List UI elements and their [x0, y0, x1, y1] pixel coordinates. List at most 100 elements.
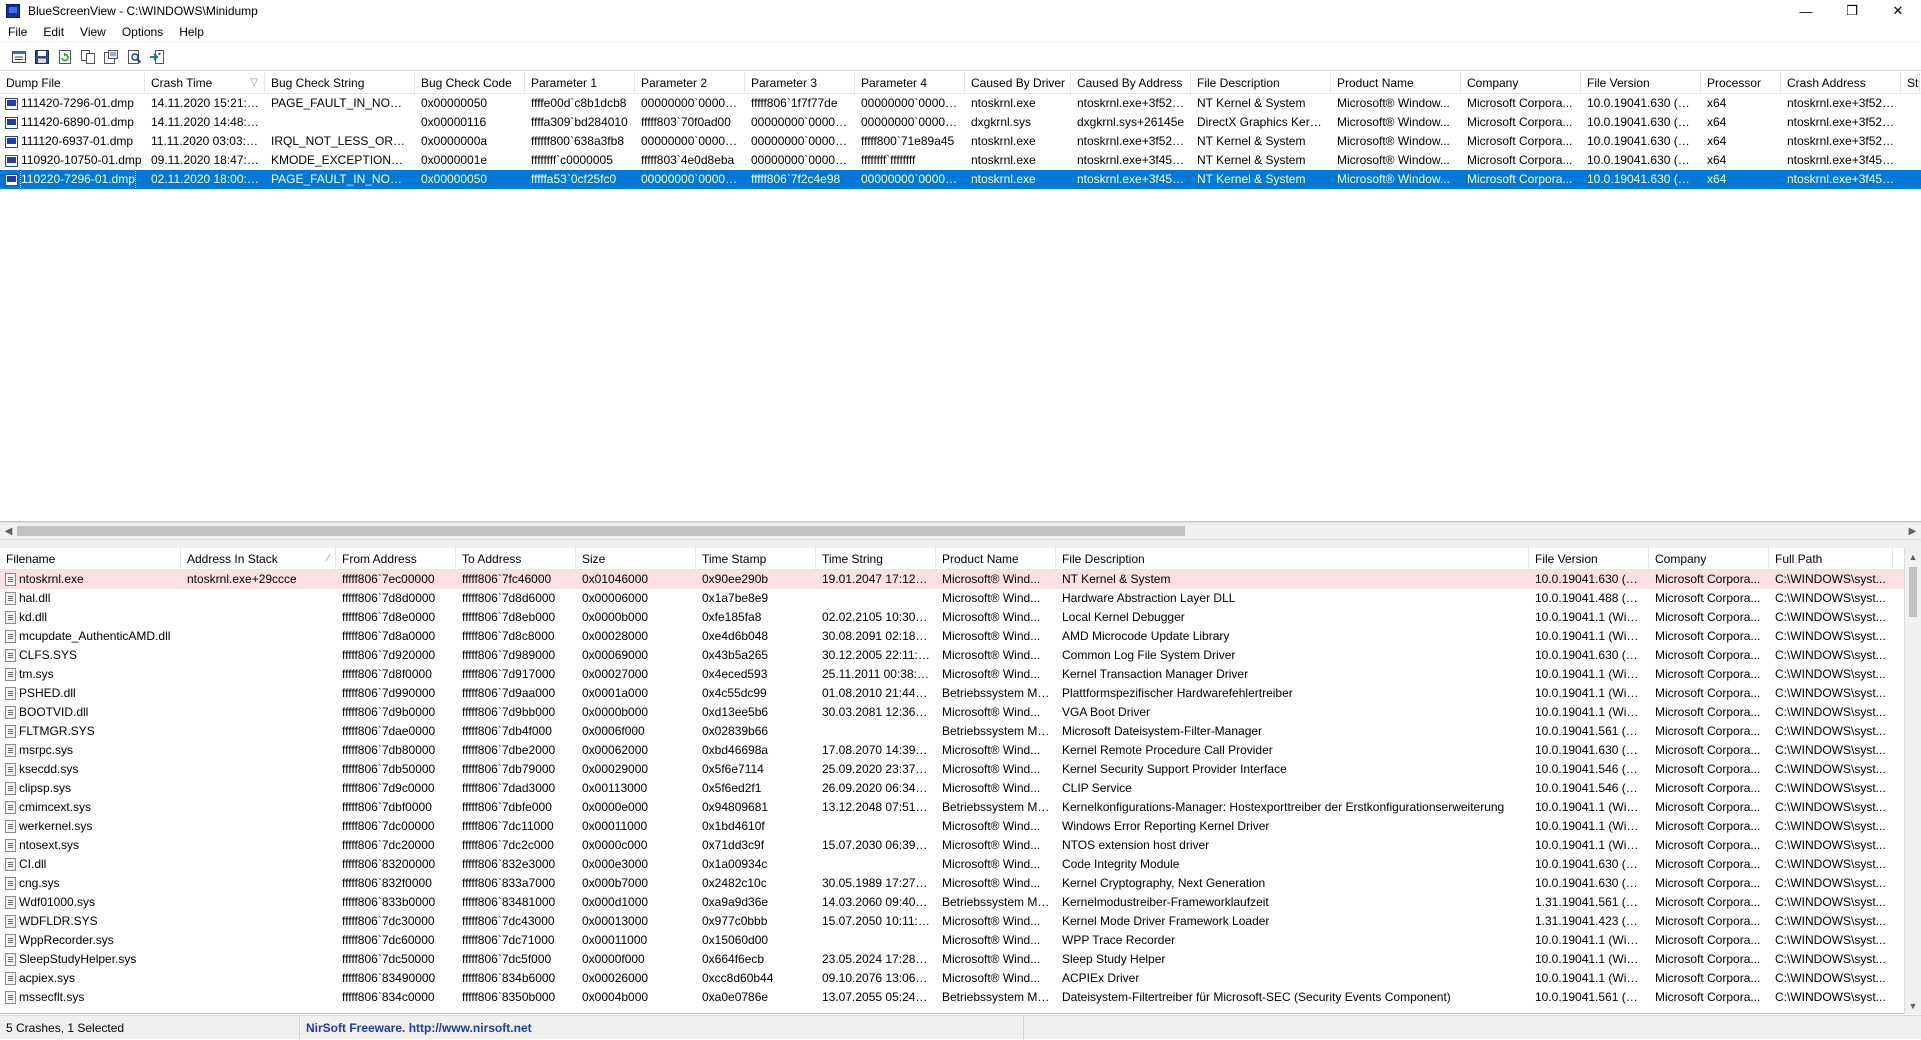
column-header-caused-by-address[interactable]: Caused By Address: [1071, 72, 1191, 93]
column-header-company[interactable]: Company: [1461, 72, 1581, 93]
cell-company: Microsoft Corpora...: [1655, 629, 1761, 643]
driver-row[interactable]: mssecflt.sys fffff806`834c0000 fffff806`83…: [0, 988, 1906, 1007]
cell-time-string: 14.03.2060 09:40:14: [822, 895, 933, 909]
driver-row[interactable]: msrpc.sys fffff806`7db80000 fffff806`7dbe2…: [0, 741, 1906, 760]
column-header-parameter-3[interactable]: Parameter 3: [745, 72, 855, 93]
column-header-file-description[interactable]: File Description: [1056, 548, 1529, 569]
crash-row[interactable]: 111420-6890-01.dmp 14.11.2020 14:48:53 0x0…: [0, 113, 1921, 132]
cell-time-string: 15.07.2050 10:11:23: [822, 914, 932, 928]
driver-row[interactable]: tm.sys fffff806`7d8f0000 fffff806`7d917000…: [0, 665, 1906, 684]
column-header-address-in-stack[interactable]: Address In Stack ∕: [181, 548, 336, 569]
column-header-company[interactable]: Company: [1649, 548, 1769, 569]
cell-full-path: C:\WINDOWS\syst...: [1775, 591, 1886, 605]
column-header-file-version[interactable]: File Version: [1529, 548, 1649, 569]
cell-to-address: fffff806`832e3000: [462, 857, 556, 871]
save-button[interactable]: [31, 46, 53, 68]
column-header-dump-file[interactable]: Dump File: [0, 72, 145, 93]
cell-full-path: C:\WINDOWS\syst...: [1775, 876, 1886, 890]
column-header-parameter-1[interactable]: Parameter 1: [525, 72, 635, 93]
driver-row[interactable]: BOOTVID.dll fffff806`7d9b0000 fffff806`7d9…: [0, 703, 1906, 722]
column-header-time-stamp[interactable]: Time Stamp: [696, 548, 816, 569]
driver-row[interactable]: hal.dll fffff806`7d8d0000 fffff806`7d8d600…: [0, 589, 1906, 608]
driver-row[interactable]: clipsp.sys fffff806`7d9c0000 fffff806`7dad…: [0, 779, 1906, 798]
column-header-from-address[interactable]: From Address: [336, 548, 456, 569]
driver-row[interactable]: WDFLDR.SYS fffff806`7dc30000 fffff806`7dc4…: [0, 912, 1906, 931]
column-header-to-address[interactable]: To Address: [456, 548, 576, 569]
driver-row[interactable]: ntosext.sys fffff806`7dc20000 fffff806`7dc…: [0, 836, 1906, 855]
driver-list-vertical-scrollbar[interactable]: ▲ ▼: [1904, 548, 1921, 1014]
driver-row[interactable]: mcupdate_AuthenticAMD.dll fffff806`7d8a00…: [0, 627, 1906, 646]
pane-splitter[interactable]: [0, 540, 1921, 548]
column-header-crash-time[interactable]: Crash Time ▽: [145, 72, 265, 93]
cell-file-version: 10.0.19041.1 (WinB...: [1535, 971, 1649, 985]
scroll-up-icon[interactable]: ▲: [1905, 548, 1921, 565]
exit-button[interactable]: [146, 46, 168, 68]
menu-options[interactable]: Options: [114, 25, 171, 39]
cell-address-in-stack: [181, 798, 336, 817]
crash-row[interactable]: 110920-10750-01.dmp 09.11.2020 18:47:07 KM…: [0, 151, 1921, 170]
column-header-full-path[interactable]: Full Path: [1769, 548, 1893, 569]
column-header-size[interactable]: Size: [576, 548, 696, 569]
scroll-right-icon[interactable]: ▶: [1904, 523, 1921, 539]
column-header-product-name[interactable]: Product Name: [1331, 72, 1461, 93]
cell-company: Microsoft Corpora...: [1655, 610, 1761, 624]
driver-row[interactable]: CI.dll fffff806`83200000 fffff806`832e3000…: [0, 855, 1906, 874]
menu-help[interactable]: Help: [171, 25, 212, 39]
driver-row[interactable]: cmimcext.sys fffff806`7dbf0000 fffff806`7d…: [0, 798, 1906, 817]
driver-row[interactable]: Wdf01000.sys fffff806`833b0000 fffff806`83…: [0, 893, 1906, 912]
menu-view[interactable]: View: [72, 25, 114, 39]
driver-row[interactable]: cng.sys fffff806`832f0000 fffff806`833a700…: [0, 874, 1906, 893]
cell-full-path: C:\WINDOWS\syst...: [1775, 857, 1886, 871]
crash-row[interactable]: 111420-7296-01.dmp 14.11.2020 15:21:49 PAG…: [0, 94, 1921, 113]
properties-button[interactable]: [8, 46, 30, 68]
crash-list[interactable]: Dump File Crash Time ▽ Bug Check String Bug …: [0, 72, 1921, 522]
column-header-caused-by-driver[interactable]: Caused By Driver: [965, 72, 1071, 93]
column-header-file-description[interactable]: File Description: [1191, 72, 1331, 93]
column-header-st[interactable]: St: [1901, 72, 1920, 93]
html-report-button[interactable]: [100, 46, 122, 68]
menu-file[interactable]: File: [0, 25, 35, 39]
driver-list[interactable]: Filename Address In Stack ∕ From Address To …: [0, 548, 1906, 1014]
crash-row[interactable]: 111120-6937-01.dmp 11.11.2020 03:03:53 IRQ…: [0, 132, 1921, 151]
cell-time-stamp: 0xd13ee5b6: [702, 705, 769, 719]
cell-time-string: 30.05.1989 17:27:56: [822, 876, 933, 890]
cell-product-name: Microsoft® Window...: [1337, 172, 1450, 186]
driver-row[interactable]: acpiex.sys fffff806`83490000 fffff806`834b…: [0, 969, 1906, 988]
driver-row[interactable]: ntoskrnl.exe ntoskrnl.exe+29ccce fffff806`…: [0, 570, 1906, 589]
driver-row[interactable]: CLFS.SYS fffff806`7d920000 fffff806`7d9890…: [0, 646, 1906, 665]
driver-row[interactable]: SleepStudyHelper.sys fffff806`7dc50000 fff…: [0, 950, 1906, 969]
sort-indicator-icon: ▽: [250, 77, 258, 88]
column-header-product-name[interactable]: Product Name: [936, 548, 1056, 569]
nirsoft-link[interactable]: NirSoft Freeware. http://www.nirsoft.net: [300, 1015, 1024, 1040]
minimize-button[interactable]: —: [1783, 0, 1829, 22]
driver-row[interactable]: FLTMGR.SYS fffff806`7dae0000 fffff806`7db4…: [0, 722, 1906, 741]
find-button[interactable]: [123, 46, 145, 68]
column-header-bug-check-string[interactable]: Bug Check String: [265, 72, 415, 93]
cell-full-path: C:\WINDOWS\syst...: [1775, 838, 1886, 852]
menu-edit[interactable]: Edit: [35, 25, 72, 39]
close-button[interactable]: ✕: [1875, 0, 1921, 22]
cell-address-in-stack: [181, 855, 336, 874]
column-header-processor[interactable]: Processor: [1701, 72, 1781, 93]
scroll-down-icon[interactable]: ▼: [1905, 997, 1921, 1014]
driver-row[interactable]: PSHED.dll fffff806`7d990000 fffff806`7d9aa…: [0, 684, 1906, 703]
copy-button[interactable]: [77, 46, 99, 68]
crash-row[interactable]: 110220-7296-01.dmp 02.11.2020 18:00:05 PAG…: [0, 170, 1921, 189]
column-header-parameter-2[interactable]: Parameter 2: [635, 72, 745, 93]
column-header-file-version[interactable]: File Version: [1581, 72, 1701, 93]
driver-row[interactable]: ksecdd.sys fffff806`7db50000 fffff806`7db7…: [0, 760, 1906, 779]
column-header-filename[interactable]: Filename: [0, 548, 181, 569]
horizontal-scroll-thumb[interactable]: [17, 526, 1185, 536]
column-header-bug-check-code[interactable]: Bug Check Code: [415, 72, 525, 93]
crash-list-horizontal-scrollbar[interactable]: ◀ ▶: [0, 522, 1921, 540]
vertical-scroll-thumb[interactable]: [1909, 567, 1917, 617]
driver-row[interactable]: WppRecorder.sys fffff806`7dc60000 fffff806…: [0, 931, 1906, 950]
driver-row[interactable]: werkernel.sys fffff806`7dc00000 fffff806`7…: [0, 817, 1906, 836]
maximize-button[interactable]: ❐: [1829, 0, 1875, 22]
driver-row[interactable]: kd.dll fffff806`7d8e0000 fffff806`7d8eb000…: [0, 608, 1906, 627]
column-header-parameter-4[interactable]: Parameter 4: [855, 72, 965, 93]
scroll-left-icon[interactable]: ◀: [0, 523, 17, 539]
column-header-time-string[interactable]: Time String: [816, 548, 936, 569]
refresh-button[interactable]: [54, 46, 76, 68]
column-header-crash-address[interactable]: Crash Address: [1781, 72, 1901, 93]
